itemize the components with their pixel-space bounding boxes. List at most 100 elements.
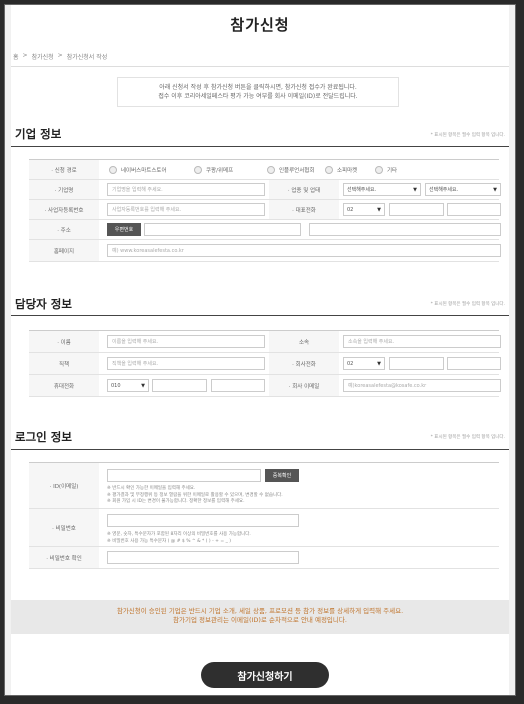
page-title: 참가신청 — [230, 16, 290, 34]
chevron-down-icon: ▼ — [413, 186, 417, 193]
duplicate-check-button[interactable]: 중복확인 — [265, 469, 299, 482]
notice-line: 아래 신청서 작성 후 참가신청 버튼을 클릭하시면, 참가신청 접수가 완료됩… — [159, 84, 357, 91]
mobile-last-input[interactable] — [211, 379, 265, 392]
form-row-password: · 비밀번호 ※ 영문, 숫자, 특수문자가 포함된 8자리 이상의 비밀번호를… — [29, 509, 499, 547]
phone-middle-input[interactable] — [389, 203, 444, 216]
label-channel: · 신청 경로 — [29, 160, 99, 179]
id-hint: ※ 반드시 확인 가능한 이메일을 입력해 주세요. ※ 평가결과 및 부정행위… — [107, 486, 283, 506]
section-title-manager: 담당자 정보 — [15, 297, 72, 311]
chevron-down-icon: ▼ — [493, 186, 497, 193]
phone-last-input[interactable] — [447, 203, 501, 216]
section-divider — [11, 449, 509, 450]
biznum-input[interactable]: 사업자등록번호를 입력해 주세요. — [107, 203, 265, 216]
breadcrumb-apply[interactable]: 참가신청 — [32, 52, 54, 61]
breadcrumb-separator: > — [57, 52, 63, 59]
form-row-homepage: 홈페이지 예) www.koreasalefesta.co.kr — [29, 240, 501, 262]
required-note: * 표시된 항목은 필수 입력 항목 입니다. — [430, 133, 505, 138]
form-row-name: · 이름 이름을 입력해 주세요. 소속 소속을 입력해 주세요. — [29, 331, 501, 353]
industry-select-2[interactable]: 선택해주세요. ▼ — [425, 183, 501, 196]
section-divider — [11, 146, 509, 147]
id-input[interactable] — [107, 469, 261, 482]
form-row-biznum: · 사업자등록번호 사업자등록번호를 입력해 주세요. · 대표전화 02 ▼ — [29, 200, 501, 220]
form-row-address: · 주소 우편번호 — [29, 220, 501, 240]
form-row-mobile: 휴대전화 010 ▼ · 회사 이메일 예)koreasalefesta@kosa… — [29, 375, 501, 397]
homepage-input[interactable]: 예) www.koreasalefesta.co.kr — [107, 244, 501, 257]
label-password-confirm: · 비밀번호 확인 — [29, 547, 99, 568]
label-biznum: · 사업자등록번호 — [29, 200, 99, 219]
radio-channel-sopi[interactable]: 소피마켓 — [325, 166, 357, 174]
label-office-phone: · 회사전화 — [269, 353, 339, 374]
section-title-company: 기업 정보 — [15, 127, 62, 141]
password-input[interactable] — [107, 514, 299, 527]
select-value: 010 — [111, 382, 121, 389]
login-form-table: · ID(이메일) 중복확인 ※ 반드시 확인 가능한 이메일을 입력해 주세요… — [29, 462, 499, 569]
office-phone-middle-input[interactable] — [389, 357, 444, 370]
radio-label: 쿠팡/위메프 — [206, 168, 234, 174]
mobile-prefix-select[interactable]: 010 ▼ — [107, 379, 149, 392]
label-email: · 회사 이메일 — [269, 375, 339, 396]
zipcode-button[interactable]: 우편번호 — [107, 223, 141, 236]
industry-select-1[interactable]: 선택해주세요. ▼ — [343, 183, 421, 196]
form-row-channel: · 신청 경로 네이버스마트스토어 쿠팡/위메프 인플루언서협회 소피마켓 기타 — [29, 160, 499, 180]
section-divider — [11, 315, 509, 316]
manager-form-table: · 이름 이름을 입력해 주세요. 소속 소속을 입력해 주세요. 직책 직책을… — [29, 330, 501, 397]
application-page: 참가신청 홈 > 참가신청 > 참가신청서 작성 아래 신청서 작성 후 참가신… — [11, 5, 509, 695]
chevron-down-icon: ▼ — [141, 382, 145, 389]
label-mobile: 휴대전화 — [29, 375, 99, 396]
company-form-table: · 신청 경로 네이버스마트스토어 쿠팡/위메프 인플루언서협회 소피마켓 기타… — [29, 159, 501, 262]
label-dept: 소속 — [269, 331, 339, 352]
submit-application-button[interactable]: 참가신청하기 — [201, 662, 329, 688]
select-value: 02 — [347, 206, 354, 213]
hint-line: ※ 회원 가입 시 ID는 변경이 불가능합니다. 정확한 정보를 입력해 주세… — [107, 499, 245, 504]
notice-line: 접수 이후 코리아세일페스타 평가 가능 여부를 회사 이메일(ID)로 전달드… — [158, 93, 358, 100]
required-note: * 표시된 항목은 필수 입력 항목 입니다. — [430, 435, 505, 440]
password-confirm-input[interactable] — [107, 551, 299, 564]
footer-line: 참가기업 정보관리는 이메일(ID)로 순차적으로 안내 예정입니다. — [173, 616, 347, 624]
address-input[interactable] — [144, 223, 301, 236]
form-row-company-name: · 기업명 기업명을 입력해 주세요. · 업종 및 업태 선택해주세요. ▼ 선… — [29, 180, 501, 200]
breadcrumb-separator: > — [22, 52, 28, 59]
mobile-middle-input[interactable] — [152, 379, 207, 392]
radio-label: 소피마켓 — [337, 168, 358, 174]
radio-channel-influencer[interactable]: 인플루언서협회 — [267, 166, 314, 174]
address-detail-input[interactable] — [309, 223, 501, 236]
radio-channel-coupang[interactable]: 쿠팡/위메프 — [194, 166, 233, 174]
label-position: 직책 — [29, 353, 99, 374]
select-value: 선택해주세요. — [429, 187, 459, 193]
radio-circle — [375, 166, 383, 174]
radio-label: 네이버스마트스토어 — [121, 168, 167, 174]
select-value: 02 — [347, 360, 354, 367]
office-phone-prefix-select[interactable]: 02 ▼ — [343, 357, 385, 370]
company-name-input[interactable]: 기업명을 입력해 주세요. — [107, 183, 265, 196]
footer-notice: 참가신청이 승인된 기업은 반드시 기업 소개, 세일 상품, 프로모션 등 참… — [11, 600, 509, 634]
password-hint: ※ 영문, 숫자, 특수문자가 포함된 8자리 이상의 비밀번호를 사용 가능합… — [107, 532, 251, 545]
form-row-position: 직책 직책을 입력해 주세요. · 회사전화 02 ▼ — [29, 353, 501, 375]
chevron-down-icon: ▼ — [377, 360, 381, 367]
form-row-password-confirm: · 비밀번호 확인 — [29, 547, 499, 569]
label-address: · 주소 — [29, 220, 99, 239]
breadcrumb-current: 참가신청서 작성 — [66, 54, 108, 61]
radio-channel-other[interactable]: 기타 — [375, 166, 397, 174]
label-password: · 비밀번호 — [29, 509, 99, 546]
label-id: · ID(이메일) — [29, 463, 99, 508]
radio-channel-naver[interactable]: 네이버스마트스토어 — [109, 166, 167, 174]
breadcrumb: 홈 > 참가신청 > 참가신청서 작성 — [13, 52, 107, 61]
position-input[interactable]: 직책을 입력해 주세요. — [107, 357, 265, 370]
label-industry: · 업종 및 업태 — [269, 180, 339, 199]
radio-circle — [267, 166, 275, 174]
email-input[interactable]: 예)koreasalefesta@kosafe.co.kr — [343, 379, 501, 392]
required-note: * 표시된 항목은 필수 입력 항목 입니다. — [430, 302, 505, 307]
notice-box: 아래 신청서 작성 후 참가신청 버튼을 클릭하시면, 참가신청 접수가 완료됩… — [117, 77, 399, 107]
name-input[interactable]: 이름을 입력해 주세요. — [107, 335, 265, 348]
form-row-id: · ID(이메일) 중복확인 ※ 반드시 확인 가능한 이메일을 입력해 주세요… — [29, 463, 499, 509]
breadcrumb-home[interactable]: 홈 — [13, 52, 19, 61]
office-phone-last-input[interactable] — [447, 357, 501, 370]
radio-label: 인플루언서협회 — [279, 168, 315, 174]
dept-input[interactable]: 소속을 입력해 주세요. — [343, 335, 501, 348]
radio-circle — [325, 166, 333, 174]
hint-line: ※ 영문, 숫자, 특수문자가 포함된 8자리 이상의 비밀번호를 사용 가능합… — [107, 532, 251, 537]
label-company-name: · 기업명 — [29, 180, 99, 199]
label-name: · 이름 — [29, 331, 99, 352]
label-homepage: 홈페이지 — [29, 240, 99, 261]
phone-prefix-select[interactable]: 02 ▼ — [343, 203, 385, 216]
